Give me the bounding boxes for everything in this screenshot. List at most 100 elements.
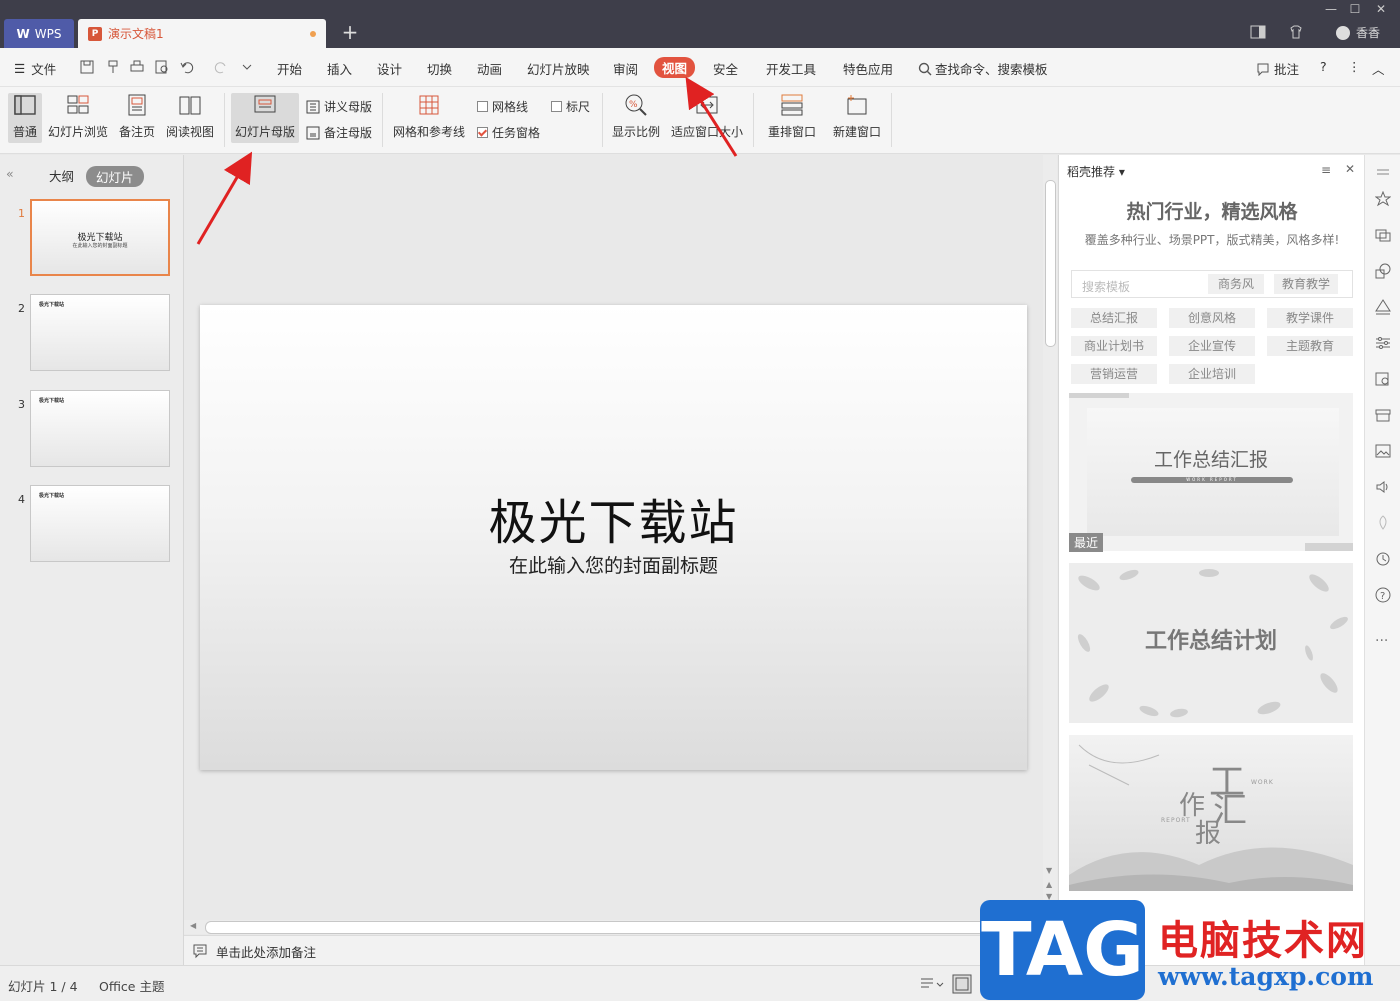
slide-master-button[interactable]: 幻灯片母版: [231, 93, 299, 143]
slide-title[interactable]: 极光下载站: [200, 483, 1027, 553]
zoom-button[interactable]: % 显示比例: [610, 93, 662, 140]
task-pane-check[interactable]: [477, 127, 488, 138]
fit-window-button[interactable]: 适应窗口大小: [668, 93, 746, 140]
template-card-3[interactable]: 工 作 汇 报 WORK REPORT: [1069, 735, 1353, 891]
object-select-icon[interactable]: [1375, 227, 1391, 243]
menu-security[interactable]: 安全: [713, 59, 738, 78]
template-card-1[interactable]: 工作总结汇报 WORK REPORT 最近: [1069, 393, 1353, 552]
menu-insert[interactable]: 插入: [327, 59, 352, 78]
template-search-input[interactable]: 搜索模板 商务风 教育教学: [1071, 270, 1353, 298]
category-chip[interactable]: 教学课件: [1267, 308, 1353, 328]
undo-icon[interactable]: [180, 60, 194, 74]
category-chip[interactable]: 总结汇报: [1071, 308, 1157, 328]
image-search-icon[interactable]: [1375, 371, 1391, 387]
reading-view-button[interactable]: 阅读视图: [165, 93, 215, 140]
print-preview-icon[interactable]: [155, 60, 169, 74]
file-menu[interactable]: ☰ 文件: [14, 59, 56, 78]
theme-name[interactable]: Office 主题: [99, 976, 164, 995]
fill-icon[interactable]: [1375, 299, 1391, 315]
menu-review[interactable]: 审阅: [613, 59, 638, 78]
tab-slides[interactable]: 幻灯片: [86, 166, 144, 187]
slide-thumbnail-4[interactable]: 极光下载站: [30, 485, 170, 562]
task-pane-checkbox[interactable]: 任务窗格: [477, 124, 540, 141]
gridlines-check[interactable]: [477, 101, 488, 112]
wps-home-tab[interactable]: W WPS: [4, 19, 74, 48]
grid-guides-button[interactable]: 网格和参考线: [390, 93, 468, 140]
save-icon[interactable]: [80, 60, 94, 74]
template-card-2[interactable]: 工作总结计划: [1069, 563, 1353, 723]
normal-view-button[interactable]: 普通: [8, 93, 42, 143]
category-chip[interactable]: 商业计划书: [1071, 336, 1157, 356]
gridlines-checkbox[interactable]: 网格线: [477, 98, 528, 115]
menu-transitions[interactable]: 切换: [427, 59, 452, 78]
strip-menu-icon[interactable]: [1375, 165, 1391, 181]
menu-slideshow[interactable]: 幻灯片放映: [527, 59, 590, 78]
slide-thumbnail-2[interactable]: 极光下载站: [30, 294, 170, 371]
slide-sorter-button[interactable]: 幻灯片浏览: [47, 93, 109, 140]
skin-shirt-icon[interactable]: [1288, 24, 1304, 40]
scroll-down-icon[interactable]: ▼: [1046, 866, 1052, 875]
new-window-button[interactable]: 新建窗口: [831, 93, 883, 140]
vertical-scroll-thumb[interactable]: [1045, 180, 1056, 347]
category-chip[interactable]: 营销运营: [1071, 364, 1157, 384]
archive-icon[interactable]: [1375, 407, 1391, 423]
collapse-ribbon-icon[interactable]: ︿: [1372, 59, 1385, 78]
slide-subtitle[interactable]: 在此输入您的封面副标题: [200, 551, 1027, 578]
maximize-button[interactable]: ☐: [1342, 0, 1368, 18]
category-chip[interactable]: 企业培训: [1169, 364, 1255, 384]
comment-button[interactable]: 批注: [1256, 59, 1299, 78]
handout-master-button[interactable]: 讲义母版: [306, 98, 372, 115]
magic-wand-icon[interactable]: [1375, 191, 1391, 207]
menu-developer[interactable]: 开发工具: [766, 59, 816, 78]
category-chip[interactable]: 主题教育: [1267, 336, 1353, 356]
prev-slide-icon[interactable]: ▲: [1046, 880, 1052, 889]
notes-master-button[interactable]: 备注母版: [306, 124, 372, 141]
arrange-windows-button[interactable]: 重排窗口: [761, 93, 823, 140]
format-painter-icon[interactable]: [106, 60, 120, 74]
brush-icon[interactable]: [1375, 515, 1391, 531]
user-account[interactable]: 香香: [1336, 24, 1380, 41]
document-tab[interactable]: P 演示文稿1: [78, 19, 326, 48]
ruler-check[interactable]: [551, 101, 562, 112]
audio-icon[interactable]: [1375, 479, 1391, 495]
tab-outline[interactable]: 大纲: [49, 166, 74, 185]
history-icon[interactable]: [1375, 551, 1391, 567]
customize-dropdown-icon[interactable]: [240, 60, 254, 74]
current-slide[interactable]: 极光下载站 在此输入您的封面副标题: [200, 305, 1027, 770]
command-search[interactable]: 查找命令、搜索模板: [918, 59, 1048, 78]
panel-menu-icon[interactable]: ≡: [1321, 163, 1331, 177]
adjust-sliders-icon[interactable]: [1375, 335, 1391, 351]
panel-header[interactable]: 稻壳推荐 ▾: [1067, 163, 1125, 180]
minimize-button[interactable]: —: [1318, 0, 1344, 18]
ruler-checkbox[interactable]: 标尺: [551, 98, 590, 115]
normal-view-status-icon[interactable]: [952, 974, 972, 994]
notes-page-button[interactable]: 备注页: [117, 93, 157, 140]
menu-design[interactable]: 设计: [377, 59, 402, 78]
shapes-icon[interactable]: [1375, 263, 1391, 279]
horizontal-scroll-thumb[interactable]: [205, 921, 997, 934]
menu-animations[interactable]: 动画: [477, 59, 502, 78]
category-chip[interactable]: 企业宣传: [1169, 336, 1255, 356]
notes-pane[interactable]: 单击此处添加备注: [184, 935, 1060, 966]
category-chip[interactable]: 创意风格: [1169, 308, 1255, 328]
notes-toggle-icon[interactable]: [920, 976, 944, 992]
print-icon[interactable]: [130, 60, 144, 74]
help-icon[interactable]: ?: [1320, 59, 1327, 74]
search-chip[interactable]: 教育教学: [1274, 274, 1338, 294]
panel-close-icon[interactable]: ✕: [1345, 162, 1355, 176]
more-vertical-icon[interactable]: ⋮: [1348, 59, 1361, 74]
slide-thumbnail-3[interactable]: 极光下载站: [30, 390, 170, 467]
window-layout-icon[interactable]: [1250, 24, 1266, 40]
redo-icon[interactable]: [214, 60, 228, 74]
help-circle-icon[interactable]: ?: [1375, 587, 1391, 603]
search-chip[interactable]: 商务风: [1208, 274, 1264, 294]
collapse-panel-icon[interactable]: «: [6, 166, 14, 181]
slide-thumbnail-1[interactable]: 极光下载站 在此输入您的封面副标题: [30, 199, 170, 276]
close-window-button[interactable]: ✕: [1368, 0, 1394, 18]
picture-icon[interactable]: [1375, 443, 1391, 459]
menu-home[interactable]: 开始: [277, 59, 302, 78]
scroll-left-icon[interactable]: ◀: [190, 921, 196, 930]
menu-view[interactable]: 视图: [654, 57, 696, 78]
more-horizontal-icon[interactable]: ···: [1375, 633, 1391, 649]
new-tab-plus-icon[interactable]: +: [340, 22, 360, 44]
